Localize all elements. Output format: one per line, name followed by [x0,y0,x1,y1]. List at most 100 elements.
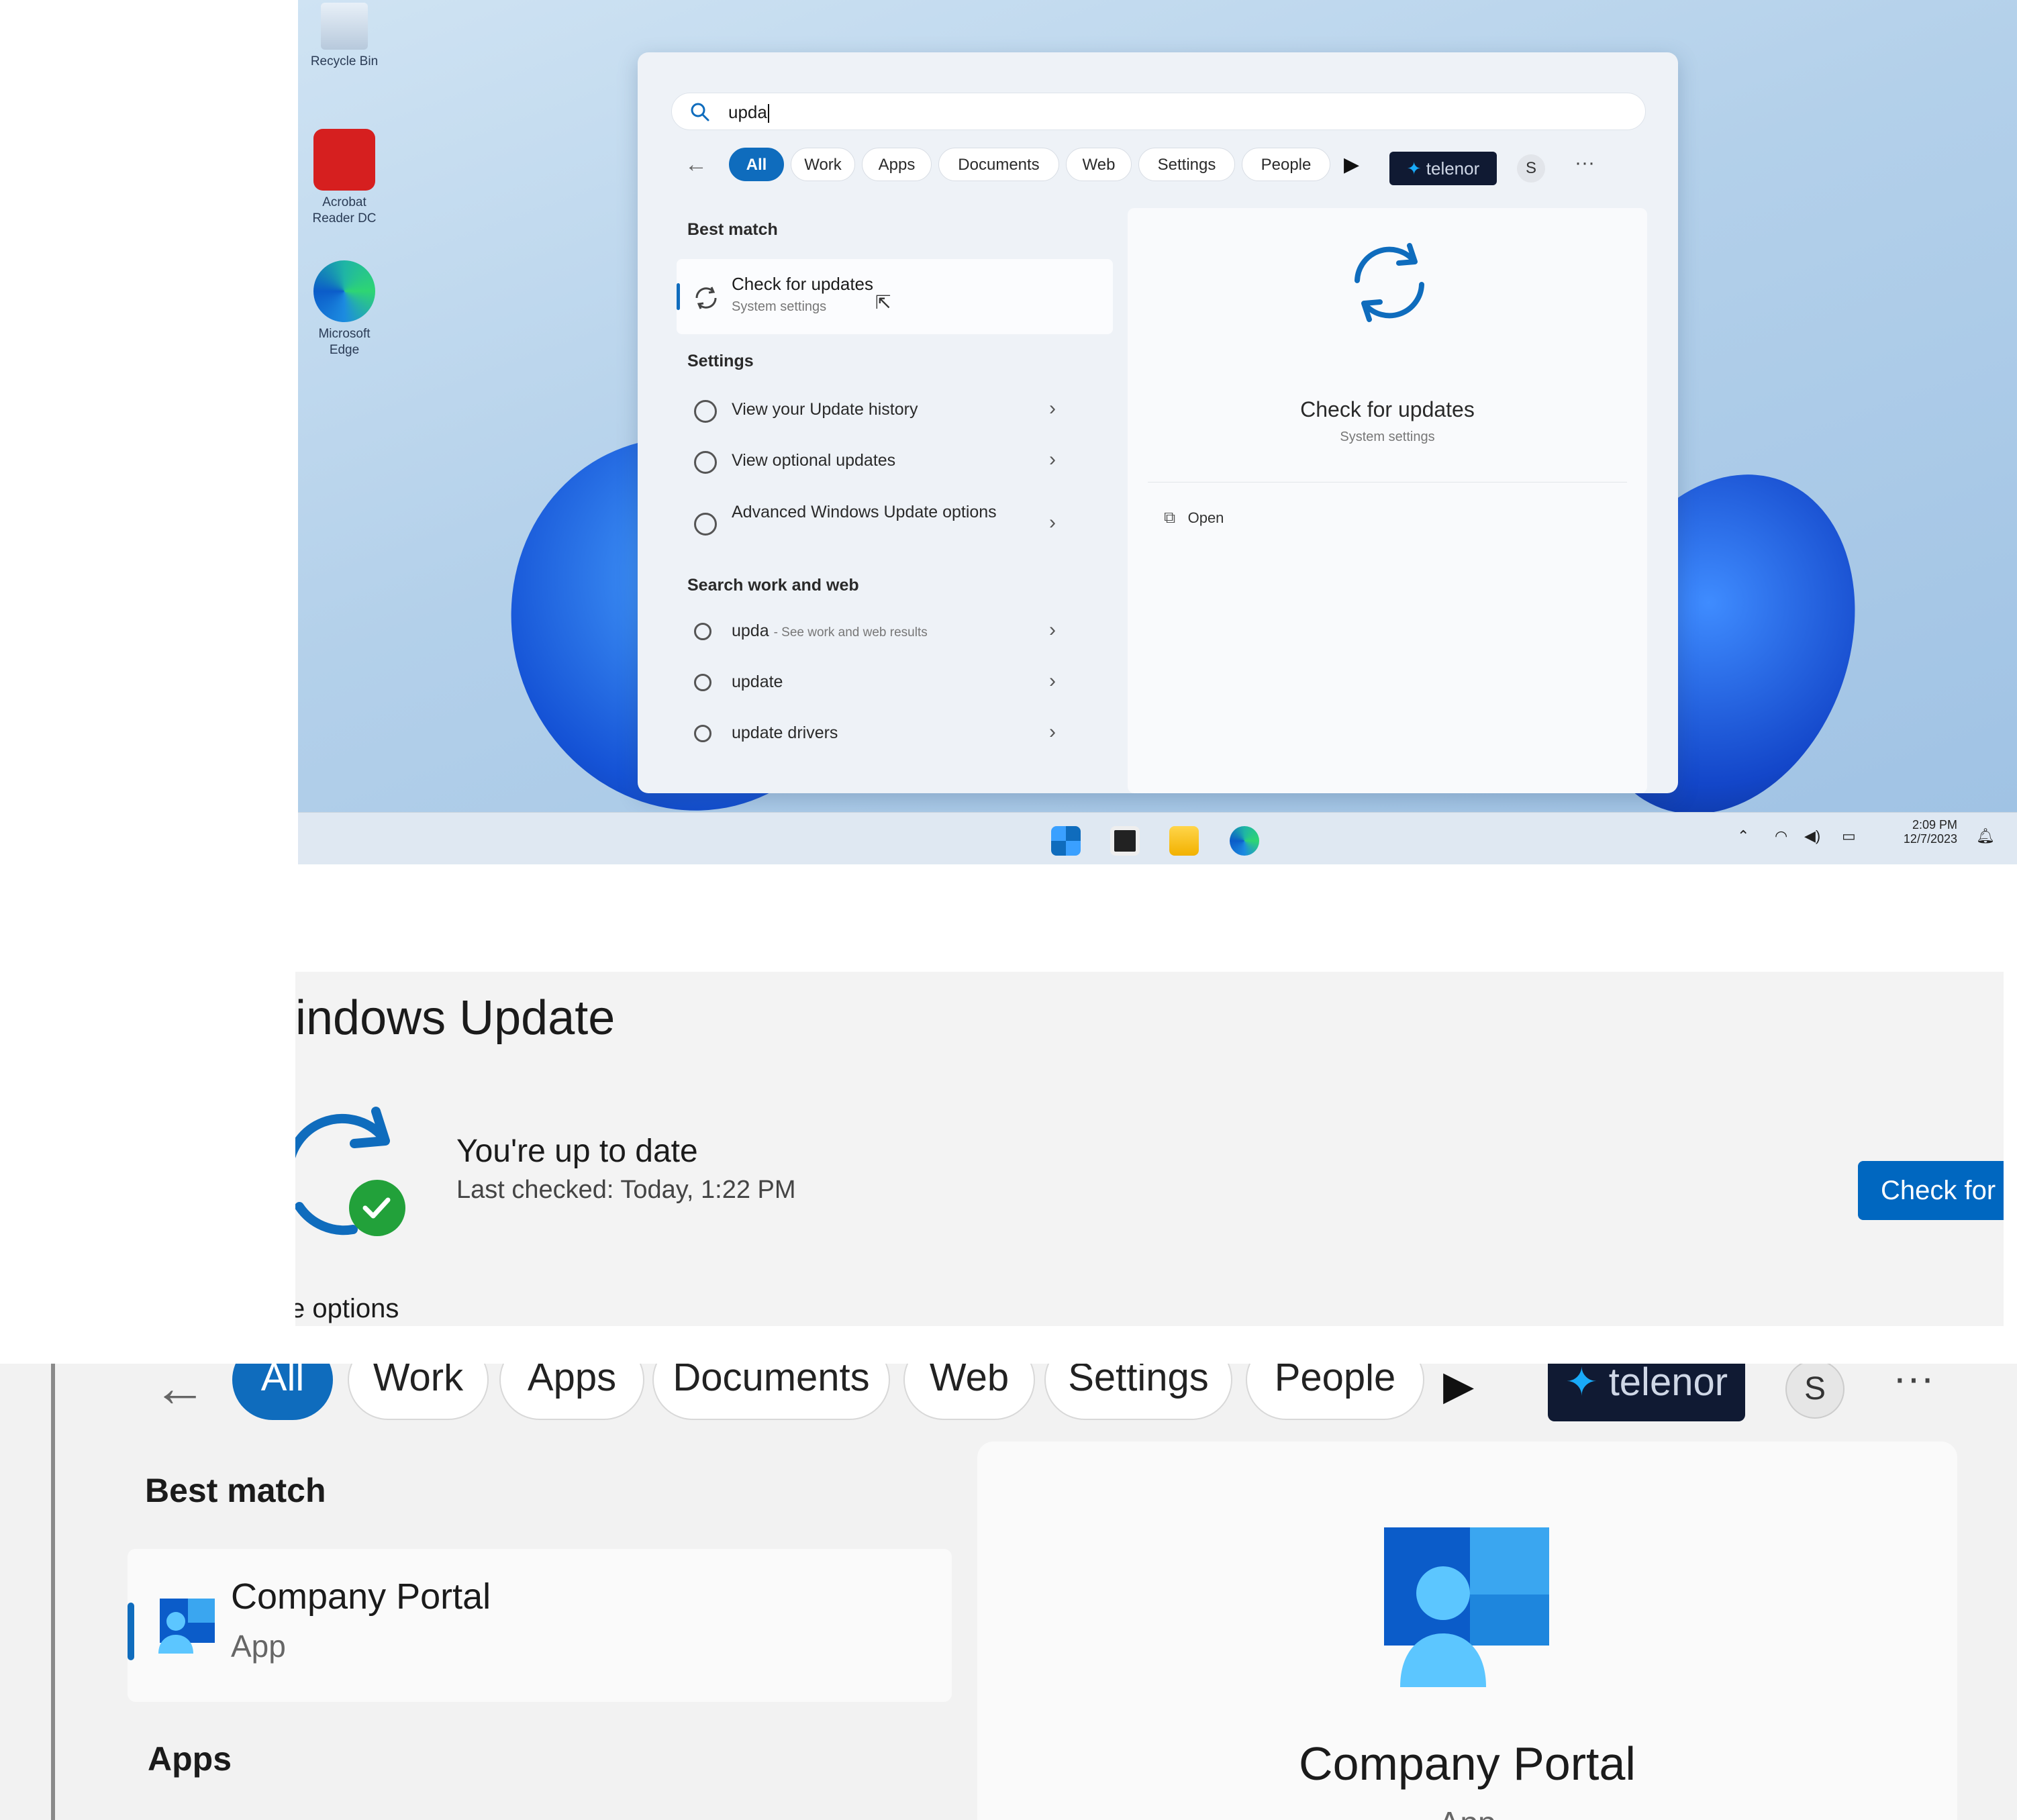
open-action[interactable]: ⧉ Open [1164,509,1298,536]
recycle-bin-icon [321,3,368,50]
settings-heading: Settings [687,352,754,370]
preview-pane: Check for updates System settings ⧉ Open [1128,208,1647,793]
more-options-icon[interactable]: ··· [1893,1364,1934,1402]
web-item-update-drivers[interactable]: update drivers › [678,709,1077,760]
filter-documents[interactable]: Documents [652,1364,890,1420]
filter-web[interactable]: Web [1066,148,1132,181]
search-flyout: upda ← All Work Apps Documents Web Setti… [638,52,1678,793]
clock[interactable]: 2:09 PM 12/7/2023 [1883,818,1957,846]
edge-icon[interactable] [1230,826,1259,856]
chevron-right-icon: › [1049,721,1056,743]
search-input[interactable]: upda [671,93,1646,130]
update-status: You're up to date [456,1133,698,1169]
filter-all[interactable]: All [729,148,784,181]
preview-title: Company Portal [1299,1737,1636,1790]
sync-icon [694,400,717,423]
back-arrow-icon[interactable]: ← [153,1364,207,1419]
chevron-up-icon[interactable]: ⌃ [1737,827,1749,845]
settings-item-optional-updates[interactable]: View optional updates › [678,436,1077,487]
search-web-heading: Search work and web [687,576,859,595]
telenor-logo-icon: ✦ [1406,158,1422,179]
filter-people[interactable]: People [1242,148,1330,181]
update-status-icon [295,1107,405,1236]
desktop-icon-label: Recycle Bin [310,54,379,68]
org-badge[interactable]: ✦ telenor [1389,152,1497,185]
company-portal-large-icon [1384,1527,1549,1687]
file-explorer-icon[interactable] [1169,826,1199,856]
filter-documents[interactable]: Documents [938,148,1059,181]
org-badge[interactable]: ✦ telenor [1548,1364,1745,1421]
start-button-icon[interactable] [1051,826,1081,856]
last-checked: Last checked: Today, 1:22 PM [456,1176,796,1204]
window-edge [51,1364,55,1820]
play-more-filters-icon[interactable]: ▶ [1344,153,1359,176]
filter-apps[interactable]: Apps [499,1364,644,1420]
filter-work[interactable]: Work [791,148,855,181]
user-avatar[interactable]: S [1785,1364,1844,1419]
web-item-upda[interactable]: upda - See work and web results › [678,607,1077,658]
preview-title: Check for updates [1300,397,1475,421]
desktop-screenshot: Recycle Bin Acrobat Reader DC Microsoft … [298,0,2017,864]
desktop-icon-edge[interactable]: Microsoft Edge [307,260,381,358]
taskbar: ⌃ ◠ ◀) ▭ 2:09 PM 12/7/2023 🔔︎ [298,812,2017,864]
selection-accent [677,283,680,310]
desktop-icon-recycle-bin[interactable]: Recycle Bin [307,3,381,70]
preview-subtitle: System settings [1340,429,1435,444]
success-check-icon [349,1180,405,1236]
sync-large-icon [1355,243,1424,322]
mouse-cursor-icon: ⇱ [875,292,891,313]
best-match-title: Check for updates [732,274,874,294]
best-match-result[interactable]: Company Portal App [128,1549,952,1702]
battery-icon[interactable]: ▭ [1842,827,1856,845]
filter-web[interactable]: Web [903,1364,1035,1420]
filter-settings[interactable]: Settings [1044,1364,1232,1420]
search-icon [694,725,711,742]
settings-item-advanced-options[interactable]: Advanced Windows Update options › [678,490,1077,557]
sync-icon [694,513,717,536]
zoomed-search-panel: ← All Work Apps Documents Web Settings P… [0,1364,2017,1820]
preview-subtitle: App [977,1805,1957,1820]
company-portal-icon [158,1599,215,1654]
selection-accent [128,1603,134,1660]
chevron-right-icon: › [1049,448,1056,470]
page-title: indows Update [295,991,616,1045]
sync-icon [694,451,717,474]
best-match-heading: Best match [145,1472,326,1509]
best-match-title: Company Portal [231,1576,491,1617]
play-more-filters-icon[interactable]: ▶ [1443,1364,1474,1409]
telenor-logo-icon: ✦ [1565,1364,1598,1404]
search-icon [691,103,709,121]
best-match-heading: Best match [687,220,778,239]
best-match-result[interactable]: Check for updates System settings ⇱ [677,259,1113,334]
apps-heading: Apps [148,1740,232,1778]
back-arrow-icon[interactable]: ← [685,152,707,178]
acrobat-icon [313,129,375,191]
best-match-subtitle: App [231,1629,286,1664]
desktop-icon-label: Acrobat Reader DC [312,195,377,225]
task-view-icon[interactable] [1110,826,1140,856]
check-for-updates-button[interactable]: Check for u [1858,1161,2004,1220]
chevron-right-icon: › [1049,511,1056,534]
notification-bell-icon[interactable]: 🔔︎ [1976,827,1995,845]
search-icon [694,674,711,691]
user-avatar[interactable]: S [1517,154,1545,183]
open-external-icon: ⧉ [1164,509,1176,527]
more-options-icon[interactable]: ··· [1575,152,1595,174]
more-options-label[interactable]: e options [295,1294,399,1324]
filter-settings[interactable]: Settings [1138,148,1235,181]
chevron-right-icon: › [1049,619,1056,641]
desktop-icon-label: Microsoft Edge [318,327,371,357]
volume-icon[interactable]: ◀) [1804,827,1820,845]
settings-item-update-history[interactable]: View your Update history › [678,385,1077,436]
web-item-update[interactable]: update › [678,658,1077,709]
filter-all[interactable]: All [232,1364,333,1420]
chevron-right-icon: › [1049,397,1056,419]
sync-icon [695,287,717,309]
divider [1148,482,1627,483]
filter-work[interactable]: Work [348,1364,489,1420]
filter-apps[interactable]: Apps [862,148,932,181]
wifi-icon[interactable]: ◠ [1775,827,1787,845]
best-match-subtitle: System settings [732,299,827,314]
filter-people[interactable]: People [1246,1364,1424,1420]
desktop-icon-acrobat[interactable]: Acrobat Reader DC [307,129,381,227]
